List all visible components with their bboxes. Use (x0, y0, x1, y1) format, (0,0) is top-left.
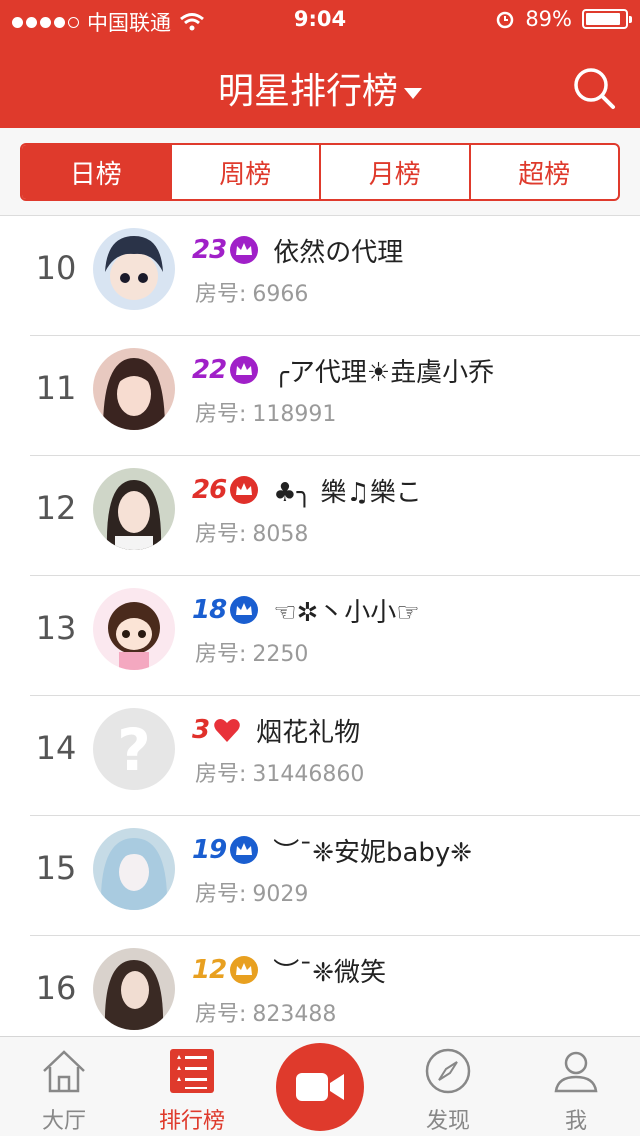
tabbar-item-me[interactable]: 我 (512, 1037, 640, 1136)
ranking-row[interactable]: 10 23 依然の代理 房号: 6966 (0, 216, 640, 336)
nickname: ︶¯❈微笑 (273, 957, 386, 988)
tabbar-label: 大厅 (41, 1109, 86, 1134)
ranking-list: 10 23 依然の代理 房号: 6966 11 22 ╭ア代理☀垚虞小乔 房号: 1… (0, 216, 640, 1036)
crown-icon (230, 236, 259, 264)
rank-number: 14 (35, 729, 77, 767)
tab-daily[interactable]: 日榜 (22, 145, 170, 199)
rank-number: 10 (35, 249, 77, 287)
period-tabs: 日榜 周榜 月榜 超榜 (20, 143, 620, 201)
rank-number: 13 (35, 609, 77, 647)
crown-icon (230, 356, 259, 384)
page-title: 明星排行榜 (217, 71, 398, 112)
user-level: 26 (192, 475, 227, 505)
nickname: 烟花礼物 (256, 717, 361, 748)
rank-number: 15 (35, 849, 77, 887)
battery-percent: 89% (525, 7, 572, 31)
crown-icon (230, 476, 259, 504)
tabbar-label: 我 (564, 1109, 587, 1134)
ranking-list-icon (170, 1049, 214, 1093)
ranking-row[interactable]: 12 26 ♣╮ 樂♫樂こ 房号: 8058 (0, 456, 640, 576)
tabbar-item-ranking[interactable]: 排行榜 (128, 1037, 256, 1136)
tabbar-label: 发现 (425, 1109, 470, 1134)
svg-text:?: ? (117, 716, 151, 784)
status-bar: 中国联通 9:04 89% (0, 0, 640, 40)
bottom-tab-bar: 大厅 排行榜 发现 我 (0, 1036, 640, 1136)
ranking-row[interactable]: 15 19 ︶¯❈安妮baby❈ 房号: 9029 (0, 816, 640, 936)
room-number: 8058 (252, 522, 309, 547)
ranking-row[interactable]: 13 18 ☜✲丶小小☞ 房号: 2250 (0, 576, 640, 696)
user-level: 3 (192, 715, 210, 745)
crown-icon (230, 836, 259, 864)
home-icon (43, 1050, 85, 1093)
ranking-row[interactable]: 11 22 ╭ア代理☀垚虞小乔 房号: 118991 (0, 336, 640, 456)
room-label: 房号: (195, 522, 247, 547)
nickname: 依然の代理 (273, 237, 404, 268)
go-live-button[interactable] (276, 1043, 364, 1131)
alarm-icon (497, 11, 514, 29)
room-label: 房号: (195, 642, 247, 667)
tabbar-item-discover[interactable]: 发现 (384, 1037, 512, 1136)
user-level: 19 (192, 835, 227, 865)
room-number: 31446860 (252, 762, 365, 787)
ranking-row[interactable]: 16 12 ︶¯❈微笑 房号: 823488 (0, 936, 640, 1036)
rank-number: 12 (35, 489, 77, 527)
ranking-row[interactable]: 14 ? 3 烟花礼物 房号: 31446860 (0, 696, 640, 816)
room-label: 房号: (195, 1002, 247, 1027)
heart-icon (214, 719, 240, 742)
avatar[interactable] (93, 828, 175, 910)
room-label: 房号: (195, 762, 247, 787)
period-tabs-bar: 日榜 周榜 月榜 超榜 (0, 128, 640, 216)
user-level: 23 (192, 235, 227, 265)
tab-weekly[interactable]: 周榜 (169, 145, 320, 199)
user-level: 12 (192, 955, 227, 985)
user-icon (554, 1051, 598, 1093)
avatar[interactable] (93, 588, 175, 670)
avatar[interactable] (93, 228, 175, 310)
user-level: 22 (192, 355, 227, 385)
room-number: 118991 (252, 402, 337, 427)
tab-super[interactable]: 超榜 (468, 145, 619, 199)
crown-icon (230, 956, 259, 984)
room-label: 房号: (195, 282, 247, 307)
nickname: ╭ア代理☀垚虞小乔 (273, 357, 495, 388)
avatar[interactable] (93, 468, 175, 550)
nickname: ︶¯❈安妮baby❈ (273, 837, 473, 868)
tabbar-label: 排行榜 (158, 1109, 225, 1134)
room-label: 房号: (195, 882, 247, 907)
search-icon[interactable] (570, 64, 618, 112)
tabbar-item-hall[interactable]: 大厅 (0, 1037, 128, 1136)
title-bar: 明星排行榜 (0, 40, 640, 128)
room-number: 9029 (252, 882, 309, 907)
nickname: ♣╮ 樂♫樂こ (273, 477, 422, 508)
room-number: 6966 (252, 282, 309, 307)
nickname: ☜✲丶小小☞ (273, 597, 420, 628)
room-label: 房号: (195, 402, 247, 427)
room-number: 823488 (252, 1002, 337, 1027)
app-header: 中国联通 9:04 89% 明星排行榜 (0, 0, 640, 128)
compass-icon (425, 1048, 471, 1094)
crown-icon (230, 596, 259, 624)
tab-monthly[interactable]: 月榜 (319, 145, 469, 199)
rank-number: 11 (35, 369, 77, 407)
battery-icon (582, 9, 632, 29)
title-dropdown[interactable]: 明星排行榜 (0, 62, 640, 114)
avatar[interactable] (93, 948, 175, 1030)
dropdown-caret-icon (404, 87, 422, 99)
avatar[interactable] (93, 348, 175, 430)
user-level: 18 (192, 595, 227, 625)
avatar[interactable]: ? (93, 708, 175, 790)
video-camera-icon (296, 1073, 344, 1101)
room-number: 2250 (252, 642, 309, 667)
rank-number: 16 (35, 969, 77, 1007)
